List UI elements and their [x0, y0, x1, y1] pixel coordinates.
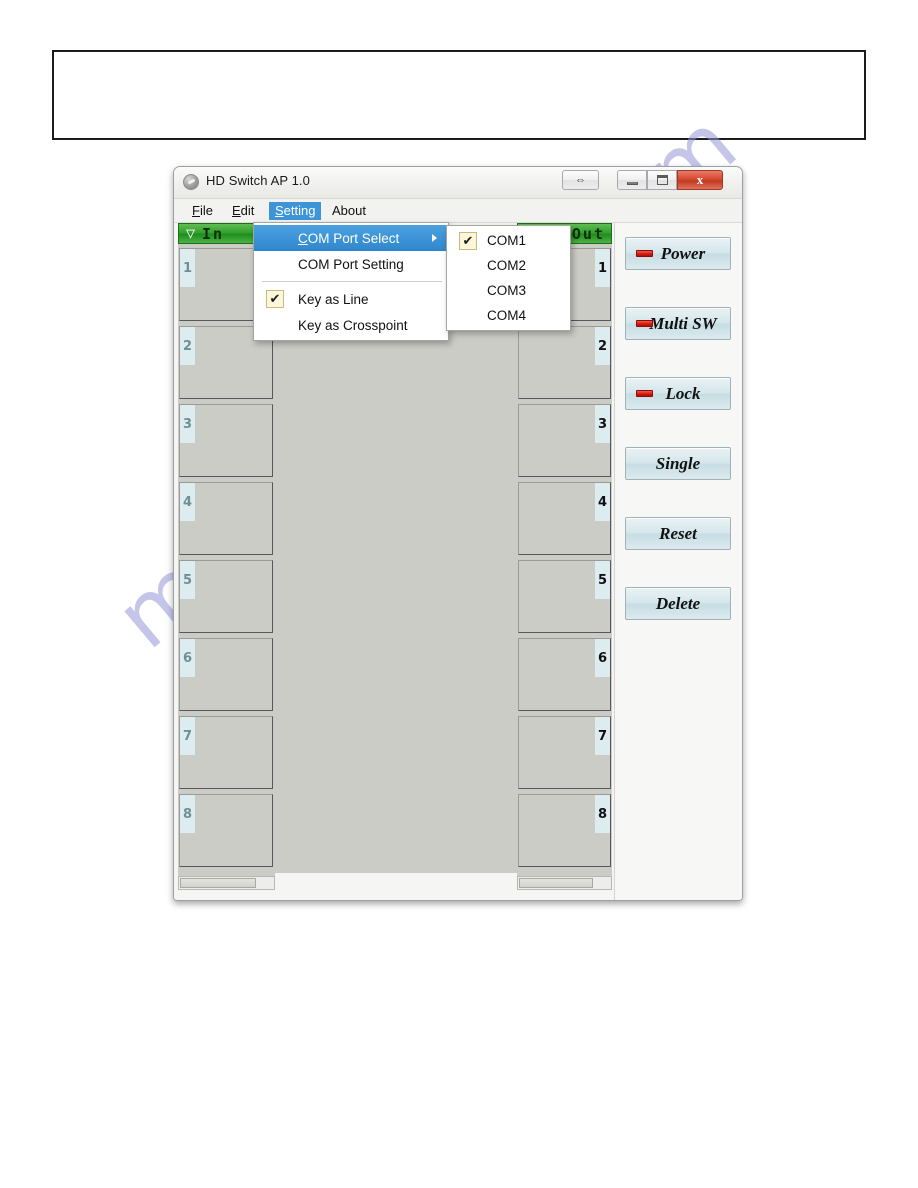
- menu-accel-char: F: [192, 203, 200, 218]
- menu-about[interactable]: About: [326, 202, 372, 220]
- empty-content-box: [52, 50, 866, 140]
- menu-item-com-port-setting[interactable]: COM Port Setting: [254, 251, 448, 277]
- output-row-number: 1: [595, 249, 610, 287]
- menu-setting[interactable]: Setting: [269, 202, 322, 220]
- scrollbar-thumb[interactable]: [180, 878, 256, 888]
- com-port-submenu: ✔ COM1 COM2 COM3 COM4: [446, 225, 571, 331]
- button-label: Multi SW: [649, 313, 717, 333]
- input-row-number: 8: [180, 795, 195, 833]
- output-row-number: 2: [595, 327, 610, 365]
- menu-bar: File Edit Setting About: [174, 199, 742, 223]
- button-label: Single: [655, 453, 701, 473]
- menu-edit[interactable]: Edit: [226, 202, 260, 220]
- close-button[interactable]: x: [677, 170, 723, 190]
- output-row-number: 3: [595, 405, 610, 443]
- menu-item-label: COM3: [487, 283, 527, 298]
- reset-button[interactable]: Reset: [625, 517, 731, 550]
- com-option-com2[interactable]: COM2: [447, 253, 570, 278]
- button-label: Delete: [655, 593, 701, 613]
- input-horizontal-scrollbar[interactable]: [178, 876, 275, 890]
- led-indicator-icon: [636, 320, 653, 327]
- maximize-button[interactable]: [647, 170, 677, 190]
- output-row[interactable]: 8: [518, 794, 611, 867]
- com-option-com4[interactable]: COM4: [447, 303, 570, 328]
- setting-dropdown-menu: COM Port Select COM Port Setting ✔ Key as L…: [253, 222, 449, 341]
- menu-item-key-as-line[interactable]: ✔ Key as Line: [254, 286, 448, 312]
- input-row[interactable]: 3: [179, 404, 273, 477]
- input-row-number: 1: [180, 249, 195, 287]
- menu-item-label: Key as Crosspoint: [298, 317, 408, 333]
- input-row[interactable]: 6: [179, 638, 273, 711]
- delete-button[interactable]: Delete: [625, 587, 731, 620]
- input-row-number: 7: [180, 717, 195, 755]
- menu-file[interactable]: File: [186, 202, 219, 220]
- output-row[interactable]: 3: [518, 404, 611, 477]
- input-row[interactable]: 4: [179, 482, 273, 555]
- checkmark-icon: ✔: [266, 290, 284, 308]
- button-label: Reset: [659, 523, 697, 543]
- menu-accel-char: E: [232, 203, 241, 218]
- title-bar[interactable]: HD Switch AP 1.0 ⇔ x: [174, 167, 742, 199]
- menu-item-com-port-select[interactable]: COM Port Select: [254, 225, 448, 251]
- action-button-panel: Power Multi SW Lock Single Reset Delete: [614, 223, 742, 900]
- power-button[interactable]: Power: [625, 237, 731, 270]
- button-label: Lock: [665, 383, 701, 403]
- lock-button[interactable]: Lock: [625, 377, 731, 410]
- output-row-number: 7: [595, 717, 610, 755]
- input-row-number: 3: [180, 405, 195, 443]
- scrollbar-thumb[interactable]: [519, 878, 594, 888]
- menu-accel-char: S: [275, 203, 284, 218]
- menu-item-label: COM4: [487, 308, 527, 323]
- close-icon: x: [696, 172, 704, 187]
- menu-separator: [262, 281, 442, 282]
- button-label: Power: [660, 243, 706, 263]
- single-button[interactable]: Single: [625, 447, 731, 480]
- output-row[interactable]: 5: [518, 560, 611, 633]
- submenu-arrow-icon: [432, 234, 437, 242]
- output-header-label: Out: [571, 224, 605, 243]
- output-row-number: 8: [595, 795, 610, 833]
- output-row[interactable]: 2: [518, 326, 611, 399]
- led-indicator-icon: [636, 250, 653, 257]
- input-row-number: 4: [180, 483, 195, 521]
- output-row-number: 6: [595, 639, 610, 677]
- menu-item-label: COM Port Setting: [298, 256, 404, 272]
- menu-item-label: COM2: [487, 258, 527, 273]
- window-title: HD Switch AP 1.0: [206, 173, 310, 188]
- menu-item-key-as-crosspoint[interactable]: Key as Crosspoint: [254, 312, 448, 338]
- minimize-icon: [618, 171, 646, 189]
- com-option-com3[interactable]: COM3: [447, 278, 570, 303]
- input-row[interactable]: 8: [179, 794, 273, 867]
- sort-caret-icon: ▽: [185, 224, 196, 242]
- input-row[interactable]: 5: [179, 560, 273, 633]
- input-row-number: 2: [180, 327, 195, 365]
- output-row-number: 4: [595, 483, 610, 521]
- multi-sw-button[interactable]: Multi SW: [625, 307, 731, 340]
- output-horizontal-scrollbar[interactable]: [517, 876, 612, 890]
- checkmark-icon: ✔: [459, 232, 477, 250]
- minimize-button[interactable]: [617, 170, 647, 190]
- maximize-icon: [648, 171, 676, 189]
- menu-item-label: Key as Line: [298, 291, 369, 307]
- menu-item-label: COM1: [487, 233, 527, 248]
- input-row[interactable]: 7: [179, 716, 273, 789]
- app-globe-icon: [183, 174, 199, 190]
- led-indicator-icon: [636, 390, 653, 397]
- resize-arrows-icon: ⇔: [575, 174, 586, 186]
- input-header-label: In: [202, 224, 225, 243]
- resize-button[interactable]: ⇔: [562, 170, 599, 190]
- output-row[interactable]: 7: [518, 716, 611, 789]
- com-option-com1[interactable]: ✔ COM1: [447, 228, 570, 253]
- output-row-number: 5: [595, 561, 610, 599]
- menu-item-label: COM Port Select: [298, 230, 400, 246]
- output-row[interactable]: 6: [518, 638, 611, 711]
- input-row-number: 6: [180, 639, 195, 677]
- output-row[interactable]: 4: [518, 482, 611, 555]
- input-row-number: 5: [180, 561, 195, 599]
